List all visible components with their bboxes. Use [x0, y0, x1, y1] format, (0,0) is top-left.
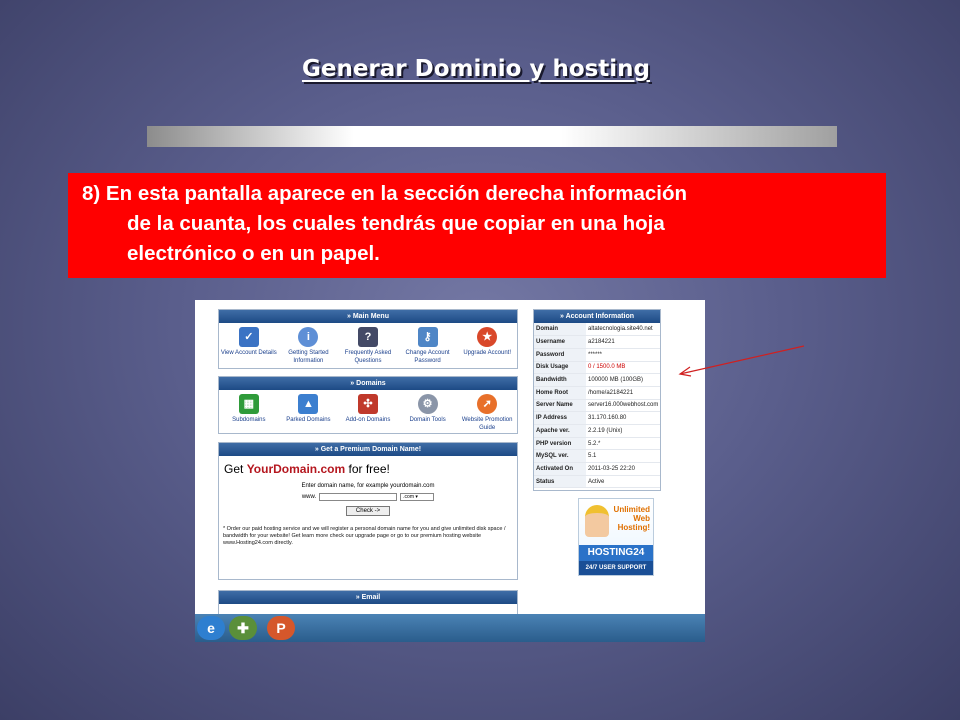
- domains-panel: » Domains ▦ Subdomains ▲ Parked Domains …: [218, 376, 518, 434]
- account-field-label: Disk Usage: [534, 361, 586, 375]
- free-domain-headline: Get YourDomain.com for free!: [224, 462, 390, 476]
- account-field-value: 5.2.*: [586, 437, 660, 451]
- account-row: Password ******: [534, 348, 660, 362]
- www-prefix: www.: [301, 494, 317, 500]
- promo-brand: HOSTING24: [579, 545, 653, 561]
- premium-domain-panel: » Get a Premium Domain Name! Get YourDom…: [218, 442, 518, 580]
- instruction-line-2: de la cuanta, los cuales tendrás que cop…: [127, 212, 665, 235]
- promo-support: 24/7 USER SUPPORT: [579, 561, 653, 575]
- parked-icon: ▲: [298, 394, 319, 414]
- menu-addon-domains[interactable]: ✣ Add-on Domains: [339, 394, 397, 432]
- account-field-value: 100000 MB (100GB): [586, 373, 660, 387]
- account-row: MySQL ver. 5.1: [534, 449, 660, 464]
- internet-explorer-icon[interactable]: e: [197, 616, 225, 640]
- account-information-panel: » Account Information Domain altatecnolog…: [533, 309, 661, 491]
- account-field-value: altatecnologia.site40.net: [586, 323, 660, 337]
- account-field-value: 0 / 1500.0 MB: [586, 361, 660, 375]
- account-field-label: Activated On: [534, 462, 586, 476]
- account-field-value: 5.1: [586, 449, 660, 464]
- cubes-icon: ▦: [238, 394, 259, 414]
- award-icon: ★: [477, 327, 498, 347]
- account-row: Status Active: [534, 475, 660, 489]
- check-domain-button[interactable]: Check ->: [346, 506, 390, 516]
- main-menu-panel: » Main Menu ✓ View Account Details i Get…: [218, 309, 518, 369]
- premium-hosting-note: * Order our paid hosting service and we …: [223, 526, 506, 546]
- gears-icon: ⚙: [417, 394, 438, 414]
- account-field-value: Active: [586, 475, 660, 489]
- addon-icon: ✣: [357, 394, 378, 414]
- promotion-icon: ➚: [477, 394, 498, 414]
- enter-domain-label: Enter domain name, for example yourdomai…: [301, 483, 435, 489]
- checklist-icon: ✓: [238, 327, 259, 347]
- account-field-label: Domain: [534, 323, 586, 337]
- account-row: Activated On 2011-03-25 22:20: [534, 462, 660, 476]
- key-icon: ⚷: [417, 327, 438, 347]
- account-field-value: 2011-03-25 22:20: [586, 462, 660, 476]
- account-row: Apache ver. 2.2.19 (Unix): [534, 424, 660, 438]
- programs-icon[interactable]: ✚: [229, 616, 257, 640]
- premium-domain-header: » Get a Premium Domain Name!: [219, 443, 517, 456]
- menu-upgrade-account[interactable]: ★ Upgrade Account!: [458, 327, 516, 365]
- account-field-value: server16.000webhost.com: [586, 399, 660, 413]
- domains-header: » Domains: [219, 377, 517, 390]
- account-row: Disk Usage 0 / 1500.0 MB: [534, 361, 660, 375]
- account-field-value: 31.170.160.80: [586, 411, 660, 425]
- account-field-value: /home/a2184221: [586, 386, 660, 400]
- account-row: Server Name server16.000webhost.com: [534, 399, 660, 413]
- main-menu-header: » Main Menu: [219, 310, 517, 323]
- account-field-label: Home Root: [534, 386, 586, 400]
- question-icon: ?: [357, 327, 378, 347]
- account-field-label: Bandwidth: [534, 373, 586, 387]
- instruction-line-1: 8) En esta pantalla aparece en la secció…: [82, 182, 687, 205]
- account-information-header: » Account Information: [534, 310, 660, 323]
- account-information-table: Domain altatecnologia.site40.net Username a…: [534, 323, 660, 489]
- windows-taskbar: e ✚ P: [195, 614, 705, 642]
- chevron-down-icon: ▾: [415, 494, 418, 500]
- menu-view-account-details[interactable]: ✓ View Account Details: [220, 327, 278, 365]
- account-field-value: 2.2.19 (Unix): [586, 424, 660, 438]
- account-field-value: ******: [586, 348, 660, 362]
- account-field-label: Status: [534, 475, 586, 489]
- menu-subdomains[interactable]: ▦ Subdomains: [220, 394, 278, 432]
- title-divider-bar: [147, 126, 837, 147]
- domain-name-input[interactable]: [319, 493, 398, 501]
- account-field-label: Server Name: [534, 399, 586, 413]
- email-header: » Email: [219, 591, 517, 604]
- account-row: Home Root/home/a2184221: [534, 386, 660, 400]
- account-field-label: Username: [534, 335, 586, 349]
- pointer-arrow: [678, 345, 805, 377]
- promo-text: Unlimited Web Hosting!: [613, 505, 650, 532]
- menu-website-promotion[interactable]: ➚ Website Promotion Guide: [458, 394, 516, 432]
- account-field-label: IP Address: [534, 411, 586, 425]
- instruction-box: 8) En esta pantalla aparece en la secció…: [68, 173, 886, 278]
- account-row: IP Address 31.170.160.80: [534, 411, 660, 425]
- menu-change-password[interactable]: ⚷ Change Account Password: [399, 327, 457, 365]
- account-field-label: MySQL ver.: [534, 449, 586, 464]
- account-row: PHP version 5.2.*: [534, 437, 660, 451]
- account-row: Domain altatecnologia.site40.net: [534, 323, 660, 337]
- instruction-line-3: electrónico o en un papel.: [127, 242, 380, 265]
- tld-select[interactable]: .com ▾: [400, 493, 435, 501]
- menu-faq[interactable]: ? Frequently Asked Questions: [339, 327, 397, 365]
- account-field-label: Password: [534, 348, 586, 362]
- account-field-label: PHP version: [534, 437, 586, 451]
- support-agent-image: [585, 505, 609, 537]
- arrow-line: [679, 345, 805, 375]
- menu-getting-started[interactable]: i Getting Started Information: [279, 327, 337, 365]
- menu-parked-domains[interactable]: ▲ Parked Domains: [279, 394, 337, 432]
- account-field-value: a2184221: [586, 335, 660, 349]
- menu-domain-tools[interactable]: ⚙ Domain Tools: [399, 394, 457, 432]
- slide-title: Generar Dominio y hosting: [301, 56, 651, 82]
- hosting24-banner[interactable]: Unlimited Web Hosting! HOSTING24 24/7 US…: [578, 498, 654, 576]
- account-row: Username a2184221: [534, 335, 660, 349]
- account-field-label: Apache ver.: [534, 424, 586, 438]
- hosting-control-panel-screenshot: » Main Menu ✓ View Account Details i Get…: [195, 300, 705, 642]
- account-row: Bandwidth 100000 MB (100GB): [534, 373, 660, 387]
- powerpoint-icon[interactable]: P: [267, 616, 295, 640]
- info-icon: i: [298, 327, 319, 347]
